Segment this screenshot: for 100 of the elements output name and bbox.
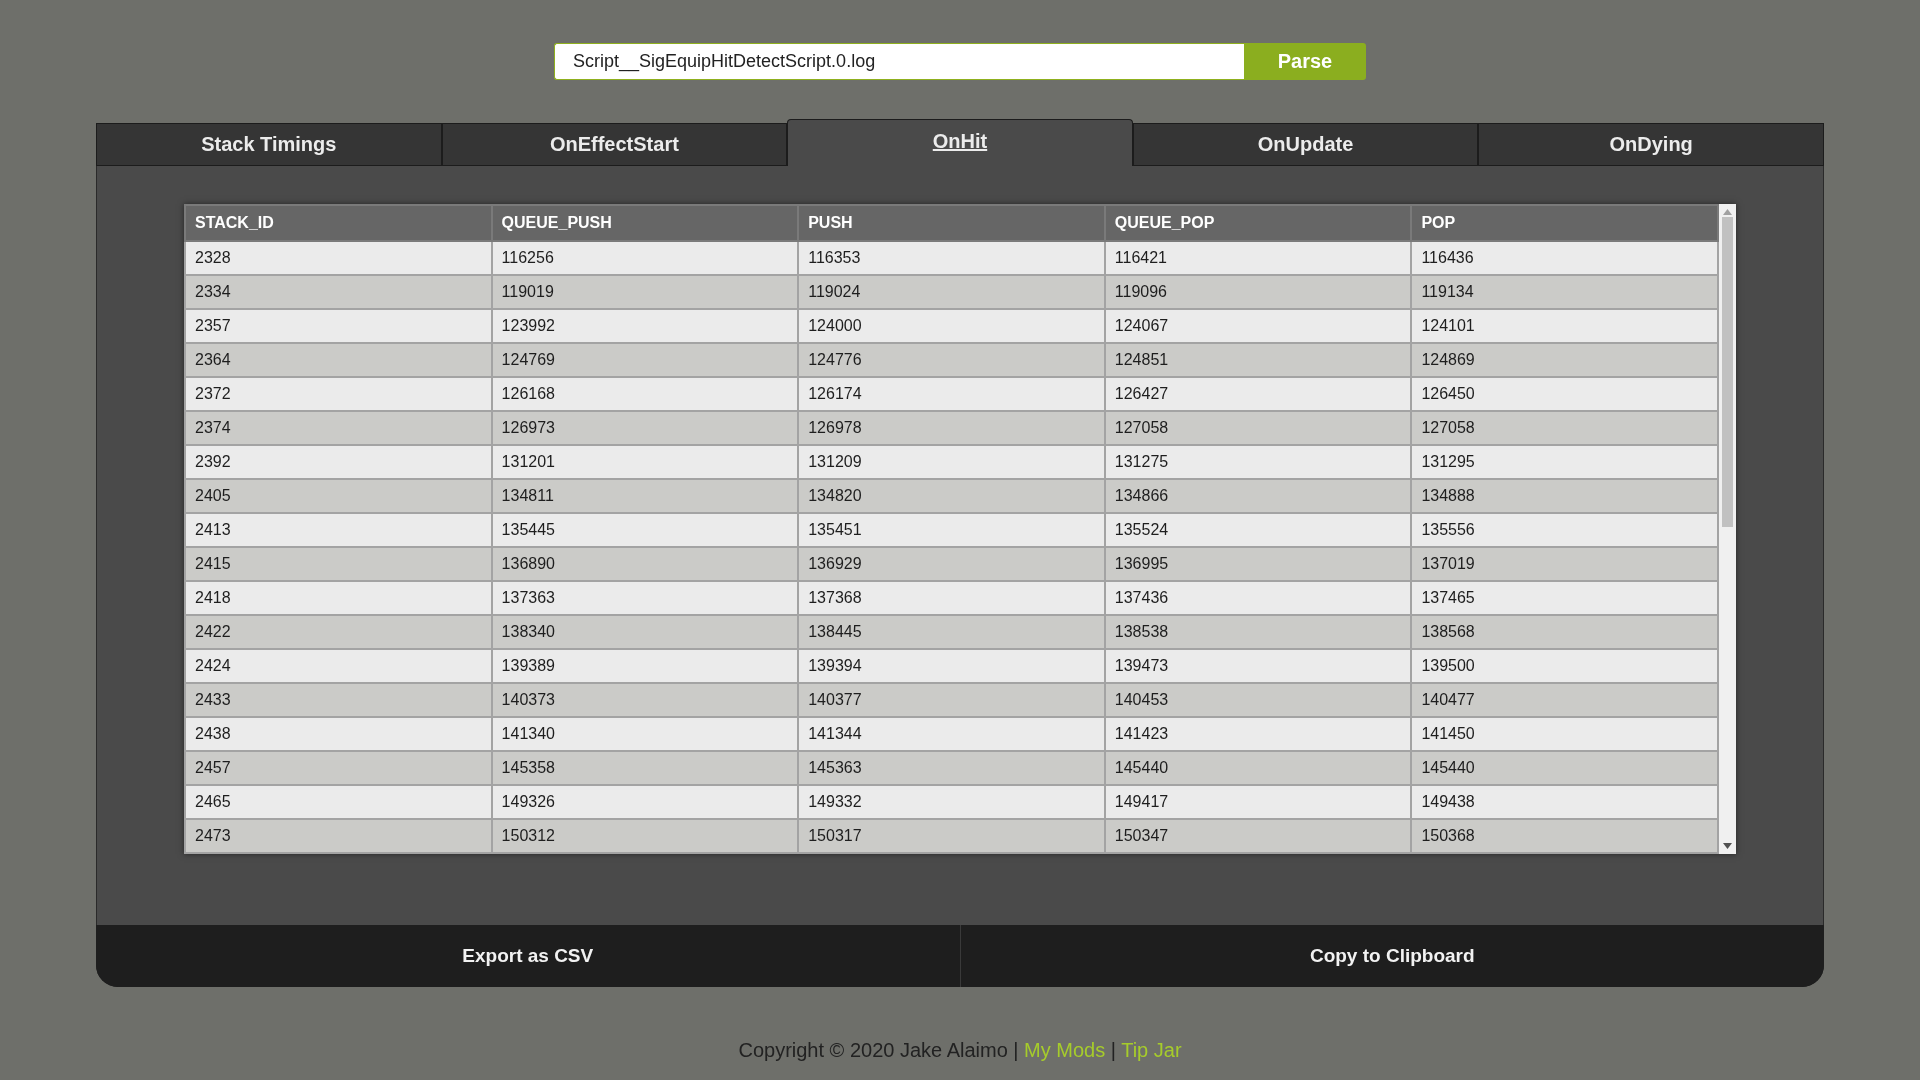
table-cell: 126973: [491, 411, 799, 445]
table-cell: 2364: [185, 343, 492, 377]
table-cell: 2413: [185, 513, 492, 547]
table-cell: 137368: [798, 581, 1105, 615]
table-cell: 124869: [1411, 343, 1718, 377]
table-cell: 150347: [1104, 819, 1412, 853]
table-cell: 137363: [491, 581, 799, 615]
table-cell: 150312: [491, 819, 799, 853]
table-cell: 140373: [491, 683, 799, 717]
tab[interactable]: Stack Timings: [96, 123, 442, 166]
table-cell: 126174: [798, 377, 1105, 411]
table-cell: 2392: [185, 445, 492, 479]
table-cell: 139389: [491, 649, 799, 683]
column-header: QUEUE_PUSH: [491, 205, 799, 241]
table-cell: 119134: [1411, 275, 1718, 309]
table-cell: 149326: [491, 785, 799, 819]
column-header: PUSH: [798, 205, 1105, 241]
table-cell: 136995: [1104, 547, 1412, 581]
table-cell: 137019: [1411, 547, 1718, 581]
table-cell: 141450: [1411, 717, 1718, 751]
column-header: POP: [1411, 205, 1718, 241]
table-cell: 135451: [798, 513, 1105, 547]
table-cell: 2422: [185, 615, 492, 649]
table-cell: 124101: [1411, 309, 1718, 343]
table-cell: 135556: [1411, 513, 1718, 547]
table-cell: 2465: [185, 785, 492, 819]
scroll-down-icon[interactable]: [1723, 843, 1732, 849]
table-cell: 119019: [491, 275, 799, 309]
table-cell: 137436: [1104, 581, 1412, 615]
table-cell: 116421: [1104, 241, 1412, 275]
table-cell: 138445: [798, 615, 1105, 649]
tab[interactable]: OnEffectStart: [441, 123, 788, 166]
table-cell: 2473: [185, 819, 492, 853]
table-cell: 2334: [185, 275, 492, 309]
table-cell: 131295: [1411, 445, 1718, 479]
table-cell: 141423: [1104, 717, 1412, 751]
table-cell: 2328: [185, 241, 492, 275]
footer-text: Copyright © 2020 Jake Alaimo |: [738, 1039, 1019, 1061]
table-cell: 145440: [1104, 751, 1412, 785]
table-cell: 116353: [798, 241, 1105, 275]
table-cell: 2438: [185, 717, 492, 751]
table-cell: 150317: [798, 819, 1105, 853]
table-cell: 137465: [1411, 581, 1718, 615]
table-cell: 123992: [491, 309, 799, 343]
table-cell: 2424: [185, 649, 492, 683]
table-cell: 145440: [1411, 751, 1718, 785]
table-cell: 139394: [798, 649, 1105, 683]
table-cell: 136890: [491, 547, 799, 581]
table-cell: 2457: [185, 751, 492, 785]
scrollbar[interactable]: [1719, 204, 1736, 854]
table-cell: 126427: [1104, 377, 1412, 411]
table-cell: 141340: [491, 717, 799, 751]
table-cell: 127058: [1411, 411, 1718, 445]
table-cell: 124769: [491, 343, 799, 377]
table-cell: 119024: [798, 275, 1105, 309]
table-cell: 2418: [185, 581, 492, 615]
table-cell: 139500: [1411, 649, 1718, 683]
table-cell: 131275: [1104, 445, 1412, 479]
tab[interactable]: OnUpdate: [1132, 123, 1479, 166]
column-header: STACK_ID: [185, 205, 492, 241]
table-cell: 140377: [798, 683, 1105, 717]
table-cell: 138568: [1411, 615, 1718, 649]
scroll-thumb[interactable]: [1722, 217, 1733, 527]
table-cell: 126978: [798, 411, 1105, 445]
file-name-field[interactable]: Script__SigEquipHitDetectScript.0.log: [554, 43, 1244, 80]
table-cell: 2374: [185, 411, 492, 445]
table-cell: 134866: [1104, 479, 1412, 513]
table-cell: 140453: [1104, 683, 1412, 717]
table-cell: 145358: [491, 751, 799, 785]
table-cell: 119096: [1104, 275, 1412, 309]
tab[interactable]: OnDying: [1478, 123, 1824, 166]
column-header: QUEUE_POP: [1104, 205, 1412, 241]
table-cell: 2372: [185, 377, 492, 411]
table-cell: 126450: [1411, 377, 1718, 411]
table-cell: 124000: [798, 309, 1105, 343]
table-cell: 124851: [1104, 343, 1412, 377]
table-cell: 149417: [1104, 785, 1412, 819]
table-cell: 134820: [798, 479, 1105, 513]
table-cell: 141344: [798, 717, 1105, 751]
table-cell: 116436: [1411, 241, 1718, 275]
table-cell: 116256: [491, 241, 799, 275]
table-cell: 134888: [1411, 479, 1718, 513]
table-cell: 138340: [491, 615, 799, 649]
table-cell: 131209: [798, 445, 1105, 479]
table-cell: 139473: [1104, 649, 1412, 683]
table-cell: 145363: [798, 751, 1105, 785]
table-cell: 127058: [1104, 411, 1412, 445]
table-cell: 135445: [491, 513, 799, 547]
table-cell: 2357: [185, 309, 492, 343]
table-cell: 2415: [185, 547, 492, 581]
scroll-up-icon[interactable]: [1723, 209, 1732, 215]
table-cell: 136929: [798, 547, 1105, 581]
table-cell: 126168: [491, 377, 799, 411]
table-cell: 140477: [1411, 683, 1718, 717]
table-cell: 138538: [1104, 615, 1412, 649]
action-button[interactable]: Copy to Clipboard: [959, 925, 1824, 987]
table-cell: 2405: [185, 479, 492, 513]
table-cell: 150368: [1411, 819, 1718, 853]
tab[interactable]: OnHit: [787, 119, 1133, 166]
footer-text: |: [1110, 1039, 1116, 1061]
